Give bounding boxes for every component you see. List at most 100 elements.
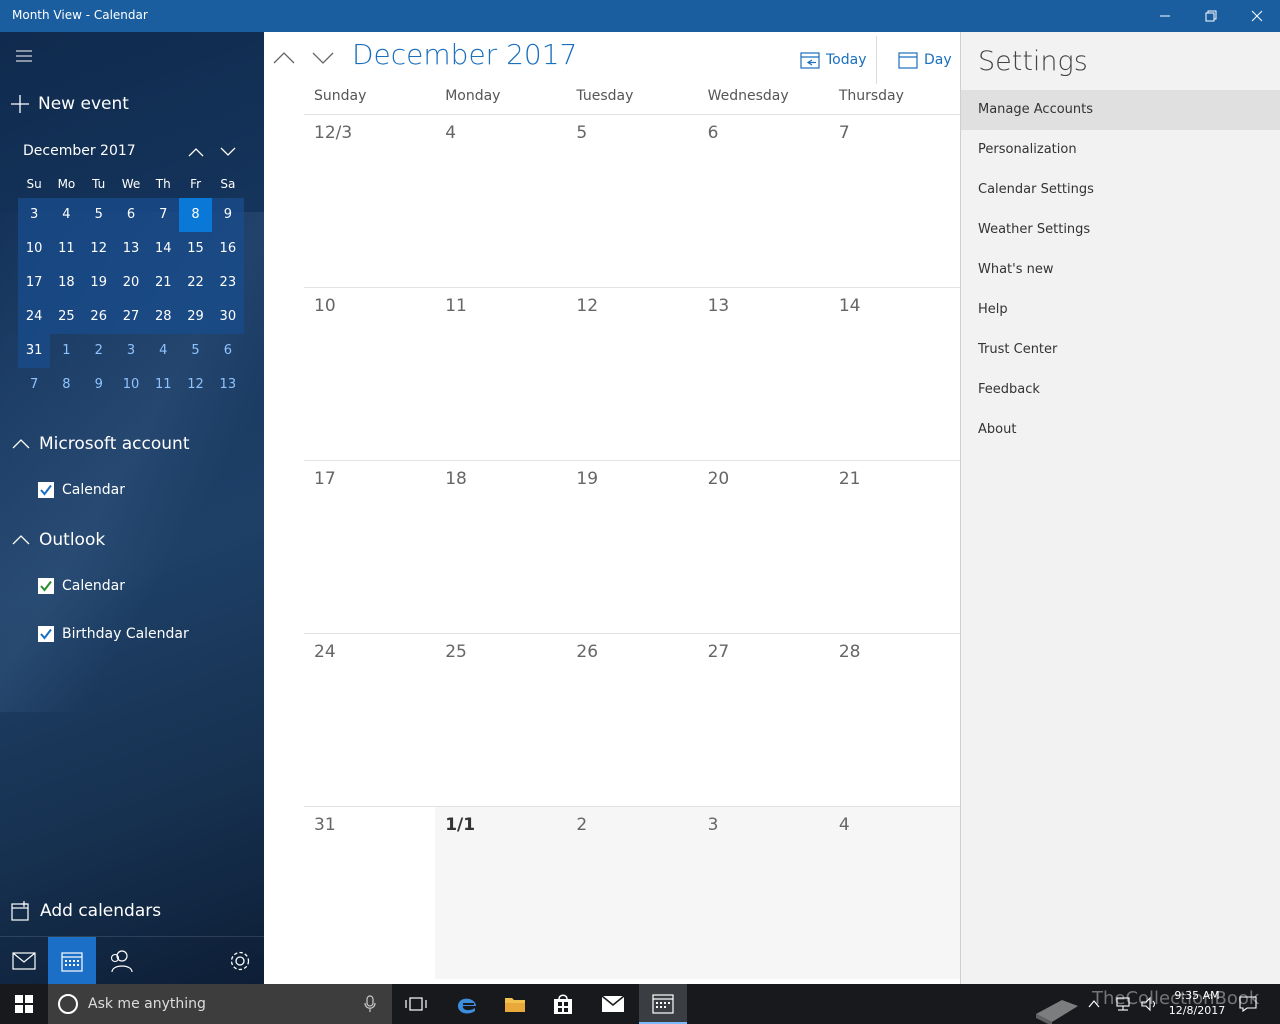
- mini-day[interactable]: 12: [82, 232, 115, 266]
- calendar-taskbar-button[interactable]: [639, 984, 687, 1024]
- day-cell[interactable]: 21: [829, 461, 960, 633]
- mini-day[interactable]: 10: [18, 232, 51, 266]
- mini-day-today[interactable]: 8: [179, 198, 212, 232]
- month-title[interactable]: December 2017: [352, 38, 577, 71]
- mini-day[interactable]: 11: [50, 232, 83, 266]
- mini-day[interactable]: 4: [50, 198, 83, 232]
- mini-day[interactable]: 13: [212, 368, 244, 402]
- mini-day[interactable]: 19: [82, 266, 115, 300]
- microphone-icon[interactable]: [364, 995, 376, 1013]
- mini-day[interactable]: 13: [114, 232, 148, 266]
- mini-day[interactable]: 6: [212, 334, 244, 368]
- mini-day[interactable]: 20: [114, 266, 148, 300]
- mini-day[interactable]: 16: [211, 232, 244, 266]
- mini-day[interactable]: 9: [211, 198, 244, 232]
- start-button[interactable]: [0, 984, 48, 1024]
- store-button[interactable]: [539, 984, 587, 1024]
- day-cell[interactable]: 6: [698, 115, 829, 287]
- mini-day[interactable]: 5: [82, 198, 115, 232]
- day-view-button[interactable]: Day: [898, 46, 952, 74]
- file-explorer-button[interactable]: [491, 984, 539, 1024]
- action-center-button[interactable]: [1234, 984, 1262, 1024]
- settings-item-help[interactable]: Help: [961, 290, 1280, 330]
- day-cell[interactable]: 4: [828, 807, 961, 979]
- day-cell[interactable]: 17: [304, 461, 435, 633]
- day-cell[interactable]: 12: [566, 288, 697, 460]
- mini-day[interactable]: 2: [83, 334, 115, 368]
- edge-button[interactable]: [443, 984, 491, 1024]
- mini-day[interactable]: 23: [211, 266, 244, 300]
- add-calendars-button[interactable]: Add calendars: [10, 896, 161, 926]
- mini-next-month-button[interactable]: [216, 140, 240, 164]
- day-cell[interactable]: 28: [829, 634, 960, 806]
- people-button[interactable]: [96, 937, 144, 984]
- mini-day[interactable]: 21: [147, 266, 180, 300]
- previous-month-button[interactable]: [266, 44, 302, 72]
- day-cell[interactable]: 18: [435, 461, 566, 633]
- day-cell[interactable]: 24: [304, 634, 435, 806]
- settings-item-trust-center[interactable]: Trust Center: [961, 330, 1280, 370]
- group-outlook-toggle[interactable]: Outlook: [12, 526, 252, 554]
- network-button[interactable]: [1108, 984, 1138, 1024]
- calendar-app-button[interactable]: [48, 937, 96, 984]
- settings-item-feedback[interactable]: Feedback: [961, 370, 1280, 410]
- cortana-search-box[interactable]: Ask me anything: [48, 984, 392, 1024]
- day-cell[interactable]: 14: [829, 288, 960, 460]
- mini-day[interactable]: 25: [50, 300, 83, 334]
- mini-day[interactable]: 28: [147, 300, 180, 334]
- day-cell[interactable]: 7: [829, 115, 960, 287]
- mini-day[interactable]: 18: [50, 266, 83, 300]
- show-hidden-icons-button[interactable]: [1082, 984, 1106, 1024]
- calendar-item[interactable]: Calendar: [38, 478, 125, 502]
- settings-button[interactable]: [216, 937, 264, 984]
- settings-item-about[interactable]: About: [961, 410, 1280, 450]
- mail-button[interactable]: [0, 937, 48, 984]
- calendar-checkbox[interactable]: [38, 626, 54, 642]
- settings-item-whats-new[interactable]: What's new: [961, 250, 1280, 290]
- calendar-checkbox[interactable]: [38, 482, 54, 498]
- volume-button[interactable]: [1136, 984, 1164, 1024]
- menu-button[interactable]: [8, 40, 40, 72]
- day-cell[interactable]: 12/3: [304, 115, 435, 287]
- calendar-item[interactable]: Calendar: [38, 574, 125, 598]
- settings-item-personalization[interactable]: Personalization: [961, 130, 1280, 170]
- day-cell[interactable]: 3: [697, 807, 829, 979]
- day-cell[interactable]: 4: [435, 115, 566, 287]
- mini-day[interactable]: 10: [115, 368, 147, 402]
- calendar-checkbox[interactable]: [38, 578, 54, 594]
- mini-day[interactable]: 4: [147, 334, 179, 368]
- mini-day[interactable]: 27: [114, 300, 148, 334]
- next-month-button[interactable]: [305, 44, 341, 72]
- group-microsoft-account-toggle[interactable]: Microsoft account: [12, 430, 252, 458]
- mail-app-button[interactable]: [589, 984, 637, 1024]
- day-cell[interactable]: 26: [566, 634, 697, 806]
- task-view-button[interactable]: [392, 984, 440, 1024]
- mini-day[interactable]: 30: [211, 300, 244, 334]
- today-button[interactable]: Today: [800, 46, 867, 74]
- day-cell[interactable]: 2: [566, 807, 698, 979]
- mini-day[interactable]: 7: [147, 198, 180, 232]
- mini-day[interactable]: 17: [18, 266, 51, 300]
- day-cell[interactable]: 5: [566, 115, 697, 287]
- day-cell[interactable]: 13: [698, 288, 829, 460]
- day-cell[interactable]: 10: [304, 288, 435, 460]
- mini-day[interactable]: 3: [115, 334, 147, 368]
- mini-day[interactable]: 24: [18, 300, 51, 334]
- mini-day[interactable]: 1: [50, 334, 82, 368]
- mini-day[interactable]: 12: [179, 368, 211, 402]
- day-cell[interactable]: 27: [698, 634, 829, 806]
- mini-day[interactable]: 9: [83, 368, 115, 402]
- day-cell[interactable]: 25: [435, 634, 566, 806]
- mini-day[interactable]: 11: [147, 368, 179, 402]
- mini-day[interactable]: 8: [50, 368, 82, 402]
- day-cell[interactable]: 11: [435, 288, 566, 460]
- taskbar-clock[interactable]: 9:35 AM 12/8/2017: [1162, 988, 1232, 1018]
- settings-item-calendar-settings[interactable]: Calendar Settings: [961, 170, 1280, 210]
- calendar-item[interactable]: Birthday Calendar: [38, 622, 189, 646]
- mini-prev-month-button[interactable]: [184, 140, 208, 164]
- minimize-button[interactable]: [1142, 0, 1188, 32]
- day-cell[interactable]: 20: [698, 461, 829, 633]
- mini-day[interactable]: 29: [179, 300, 212, 334]
- mini-day[interactable]: 15: [179, 232, 212, 266]
- settings-item-manage-accounts[interactable]: Manage Accounts: [961, 90, 1280, 130]
